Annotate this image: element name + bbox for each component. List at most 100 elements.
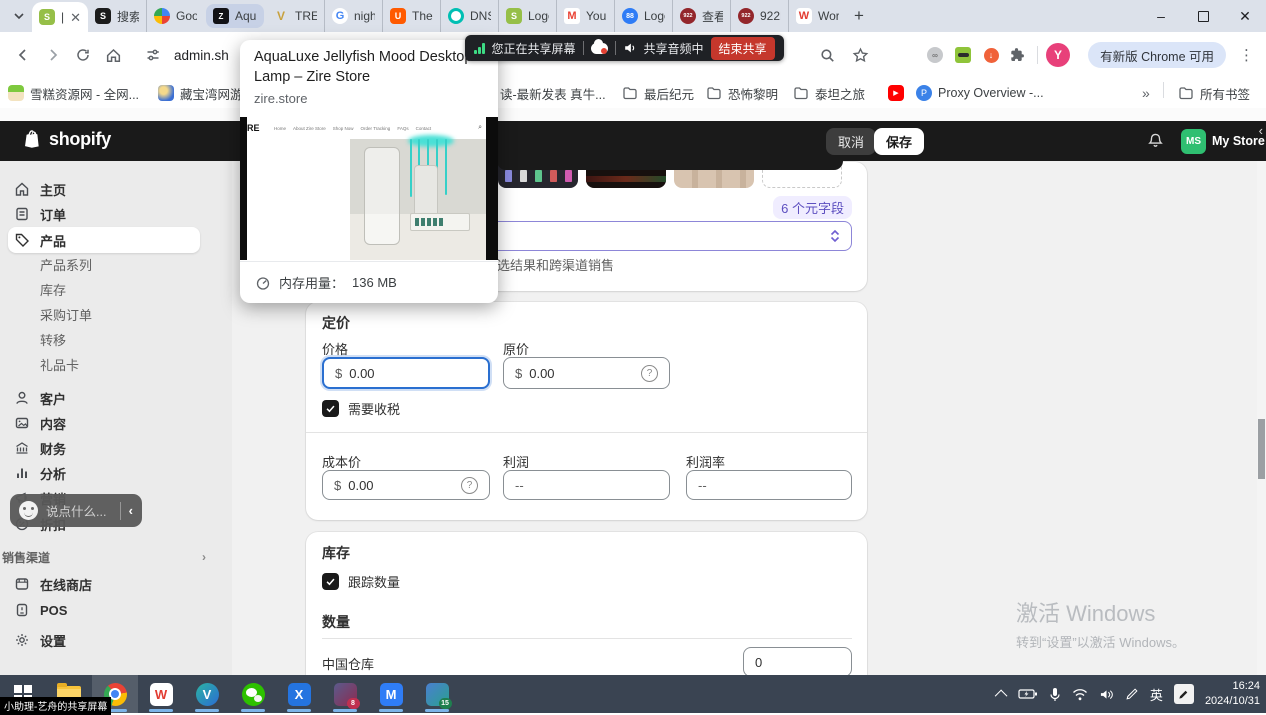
bookmark-folder[interactable]: 恐怖黎明 xyxy=(706,82,778,104)
browser-tab[interactable]: Goo xyxy=(146,0,204,32)
taskbar-clock[interactable]: 16:24 2024/10/31 xyxy=(1205,679,1260,709)
browser-tab-active[interactable]: | ✕ xyxy=(32,2,88,32)
cost-input[interactable]: $ 0.00 ? xyxy=(322,470,490,500)
pen-icon[interactable] xyxy=(1125,687,1139,701)
profile-avatar[interactable]: Y xyxy=(1046,43,1070,67)
bookmark-item[interactable]: Proxy Overview -... xyxy=(916,82,1044,104)
sidebar-item-orders[interactable]: 订单 xyxy=(8,201,200,227)
all-bookmarks-button[interactable]: 所有书签 xyxy=(1178,82,1250,104)
sales-channels-header[interactable]: 销售渠道 › xyxy=(2,546,206,568)
sidebar-item-collections[interactable]: 产品系列 xyxy=(8,252,200,276)
bookmarks-overflow-button[interactable]: » xyxy=(1142,82,1150,104)
search-tabs-button[interactable] xyxy=(813,41,841,69)
browser-tab[interactable]: 查看 xyxy=(672,0,730,32)
tray-expand-icon[interactable] xyxy=(995,689,1008,702)
sidebar-item-settings[interactable]: 设置 xyxy=(8,627,200,653)
badge15-app-taskbar-button[interactable]: 15 xyxy=(414,675,460,713)
store-name[interactable]: My Store xyxy=(1212,134,1265,148)
browser-tab[interactable]: DNS xyxy=(440,0,498,32)
browser-tab[interactable]: Wor xyxy=(788,0,846,32)
browser-tab[interactable]: 922F xyxy=(730,0,788,32)
collapse-chevron-icon[interactable]: ‹ xyxy=(1259,123,1263,138)
track-quantity-checkbox-row[interactable]: 跟踪数量 xyxy=(322,572,400,591)
help-icon[interactable]: ? xyxy=(641,365,658,382)
tab-search-button[interactable] xyxy=(6,5,32,27)
price-input[interactable]: $ 0.00 xyxy=(322,357,490,389)
browser-tab[interactable]: TREN xyxy=(266,0,324,32)
extension-glasses-icon[interactable] xyxy=(954,46,972,64)
home-button[interactable] xyxy=(98,40,128,70)
blue-app-taskbar-button[interactable] xyxy=(184,675,230,713)
scrollbar-thumb[interactable] xyxy=(1258,419,1265,479)
browser-tab[interactable]: The xyxy=(382,0,440,32)
sidebar-item-inventory[interactable]: 库存 xyxy=(8,277,200,301)
forward-button[interactable] xyxy=(38,40,68,70)
wps-taskbar-button[interactable] xyxy=(138,675,184,713)
charge-tax-checkbox-row[interactable]: 需要收税 xyxy=(322,399,400,418)
chat-input[interactable]: 说点什么... xyxy=(46,501,106,520)
extension-grey-icon[interactable]: ∞ xyxy=(926,46,944,64)
sidebar-item-gift-cards[interactable]: 礼品卡 xyxy=(8,352,200,376)
page-scrollbar[interactable] xyxy=(1257,161,1266,675)
compare-at-price-input[interactable]: $ 0.00 ? xyxy=(503,357,670,389)
save-button[interactable]: 保存 xyxy=(874,128,924,155)
location-quantity-input[interactable]: 0 xyxy=(743,647,852,677)
stop-share-button[interactable]: 结束共享 xyxy=(711,37,775,60)
sidebar-item-analytics[interactable]: 分析 xyxy=(8,460,200,486)
site-settings-button[interactable] xyxy=(138,40,168,70)
sidebar-item-home[interactable]: 主页 xyxy=(8,176,200,202)
browser-menu-button[interactable]: ⋮ xyxy=(1239,46,1254,64)
profit-input[interactable]: -- xyxy=(503,470,670,500)
cancel-button[interactable]: 取消 xyxy=(826,128,876,155)
extension-shield-icon[interactable]: ↓ xyxy=(982,46,1000,64)
browser-tab[interactable]: Logo xyxy=(498,0,556,32)
back-button[interactable] xyxy=(8,40,38,70)
checkbox-checked-icon[interactable] xyxy=(322,400,339,417)
input-language-indicator[interactable]: 英 xyxy=(1150,685,1163,704)
ink-workspace-icon[interactable] xyxy=(1174,684,1194,704)
metafields-link[interactable]: 6 个元字段 xyxy=(773,196,852,219)
microphone-icon[interactable] xyxy=(1049,687,1061,702)
maximize-button[interactable] xyxy=(1182,0,1224,32)
shopify-logo[interactable]: shopify xyxy=(22,129,111,150)
close-window-button[interactable]: ✕ xyxy=(1224,0,1266,32)
bookmark-folder[interactable]: 泰坦之旅 xyxy=(793,82,865,104)
reload-button[interactable] xyxy=(68,40,98,70)
bookmark-folder[interactable]: 最后纪元 xyxy=(622,82,694,104)
new-tab-button[interactable]: + xyxy=(846,3,872,29)
minimize-button[interactable]: – xyxy=(1140,0,1182,32)
sidebar-item-online-store[interactable]: 在线商店 xyxy=(8,571,200,597)
chrome-update-chip[interactable]: 有新版 Chrome 可用 xyxy=(1088,42,1226,68)
sidebar-item-transfers[interactable]: 转移 xyxy=(8,327,200,351)
address-bar-url[interactable]: admin.sh xyxy=(174,48,229,63)
sidebar-item-pos[interactable]: POS xyxy=(8,597,200,623)
margin-input[interactable]: -- xyxy=(686,470,852,500)
browser-tab[interactable]: nigh xyxy=(324,0,382,32)
mountains-app-taskbar-button[interactable] xyxy=(368,675,414,713)
browser-tab[interactable]: Your xyxy=(556,0,614,32)
checkbox-checked-icon[interactable] xyxy=(322,573,339,590)
sidebar-item-products[interactable]: 产品 xyxy=(8,227,200,253)
sidebar-item-content[interactable]: 内容 xyxy=(8,410,200,436)
browser-tab-hovered[interactable]: Aqu xyxy=(206,4,264,28)
browser-tab[interactable]: Logo xyxy=(614,0,672,32)
wifi-icon[interactable] xyxy=(1072,688,1088,701)
volume-icon[interactable] xyxy=(1099,688,1114,701)
store-avatar[interactable]: MS xyxy=(1181,129,1206,154)
sidebar-item-customers[interactable]: 客户 xyxy=(8,385,200,411)
help-icon[interactable]: ? xyxy=(461,477,478,494)
browser-tab[interactable]: 搜索 xyxy=(88,0,146,32)
notifications-button[interactable] xyxy=(1147,132,1164,149)
bookmark-item[interactable] xyxy=(888,82,904,104)
bookmark-item[interactable]: 藏宝湾网游 xyxy=(158,82,243,104)
smiley-icon[interactable] xyxy=(19,501,38,520)
close-tab-icon[interactable]: ✕ xyxy=(70,11,81,24)
sidebar-item-finance[interactable]: 财务 xyxy=(8,435,200,461)
bookmark-item[interactable]: 雪糕资源网 - 全网... xyxy=(8,82,139,104)
badge8-app-taskbar-button[interactable]: 8 xyxy=(322,675,368,713)
sidebar-item-purchase-orders[interactable]: 采购订单 xyxy=(8,302,200,326)
battery-icon[interactable] xyxy=(1018,687,1038,701)
bookmark-item[interactable]: 读-最新发表 真牛... xyxy=(500,82,606,104)
bookmark-star-button[interactable] xyxy=(846,41,874,69)
collapse-overlay-button[interactable]: ‹ xyxy=(129,503,133,518)
